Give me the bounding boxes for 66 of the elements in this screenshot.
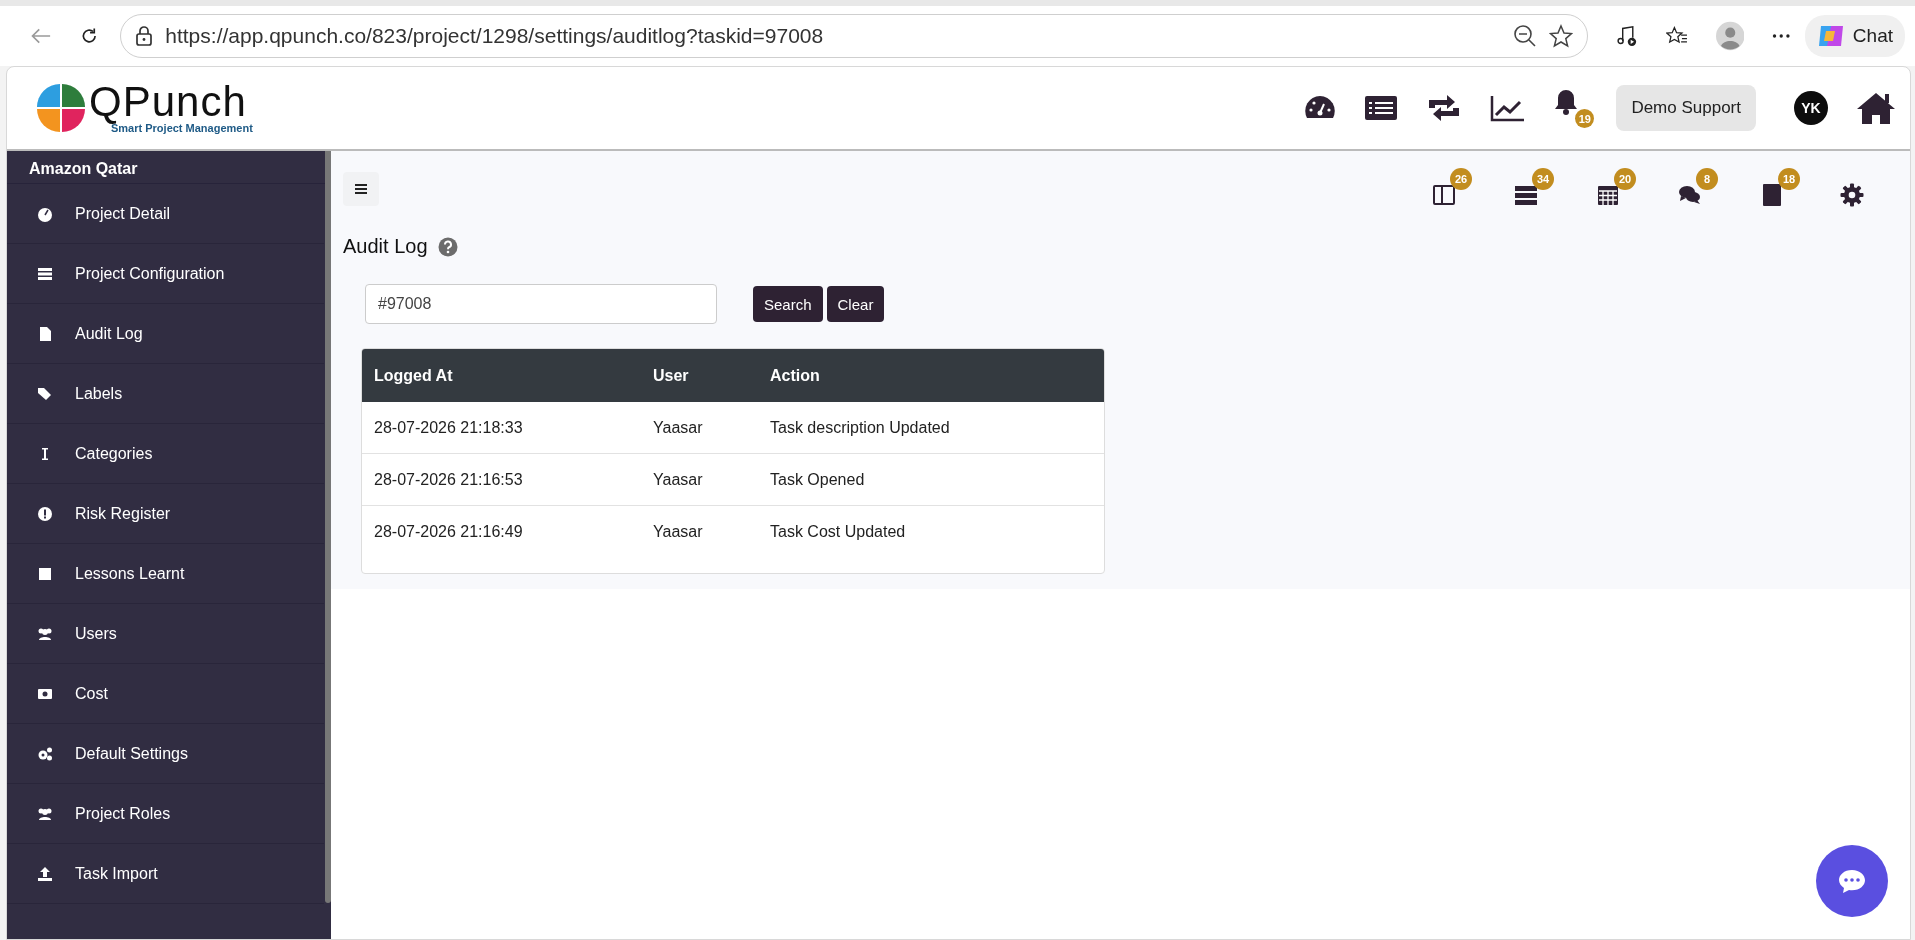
home-icon[interactable] [1856,91,1896,125]
table-cell-text: 28-07-2026 21:16:53 [373,470,524,489]
sidebar-item[interactable]: Cost [7,664,324,724]
tags-icon [37,385,53,402]
sidebar-item[interactable]: Project Configuration [7,244,324,304]
document-icon [37,325,53,342]
upload-icon [37,865,53,882]
note-icon [1760,182,1784,208]
more-icon[interactable] [1772,33,1791,39]
table-cell-text: Yaasar [652,522,704,541]
table-cell-text: Task Cost Updated [769,522,906,541]
sidebar-item[interactable]: Audit Log [7,304,324,364]
count-badge: 8 [1696,168,1718,190]
sidebar-item[interactable]: Task Import [7,844,324,904]
count-badge: 26 [1450,168,1472,190]
sidebar-item[interactable]: Lessons Learnt [7,544,324,604]
profile-icon[interactable] [1715,19,1745,53]
sidebar-item[interactable]: Risk Register [7,484,324,544]
sidebar-item[interactable]: Categories [7,424,324,484]
table-cell-text: Task description Updated [769,418,950,437]
star-icon[interactable] [1549,24,1574,48]
logo-icon [35,82,87,134]
chat-logo-icon [1816,23,1845,49]
column-header: Action [769,366,820,385]
square-icon [37,565,53,582]
column-header: User [652,366,690,385]
sidebar-item[interactable]: Users [7,604,324,664]
table-cell-text: Yaasar [652,418,704,437]
count-badge: 20 [1614,168,1636,190]
zoom-out-icon[interactable] [1513,24,1538,48]
count-badge: 34 [1532,168,1554,190]
user-avatar[interactable]: YK [1794,91,1828,125]
search-field[interactable]: #97008 [365,284,717,324]
chat-bubble-icon [1837,868,1867,894]
logo-title: QPunch [89,82,247,122]
panels-icon [1432,182,1456,208]
menu-button[interactable] [343,172,379,206]
exclamation-icon [37,505,53,522]
server-icon [37,265,53,282]
help-icon[interactable] [437,236,458,257]
menu-icon [354,183,368,195]
table-cell-text: Yaasar [652,470,704,489]
column-header: Logged At [373,366,454,385]
sidebar-item[interactable]: Project Roles [7,784,324,844]
page-title: Audit Log [343,235,428,258]
sidebar-item[interactable]: Labels [7,364,324,424]
chat-button[interactable]: Chat [1804,15,1905,57]
table-cell-text: 28-07-2026 21:18:33 [373,418,524,437]
user-button[interactable]: Demo Support [1616,85,1756,131]
notification-count: 19 [1575,109,1595,128]
line-chart-icon[interactable] [1490,94,1527,122]
table-cell-text: Task Opened [769,470,865,489]
gears-icon [37,745,53,762]
music-icon[interactable] [1616,23,1639,49]
count-badge: 18 [1778,168,1800,190]
action-button[interactable]: Search [753,286,823,322]
sidebar-item[interactable]: Project Detail [7,184,324,244]
table-cell-text: 28-07-2026 21:16:49 [373,522,524,541]
sidebar-item[interactable]: Default Settings [7,724,324,784]
list-icon[interactable] [1364,94,1399,122]
action-button[interactable]: Clear [826,286,885,322]
bell-icon [1554,88,1579,116]
lock-icon [135,26,154,46]
gauge-icon [37,205,53,222]
scrollbar[interactable] [325,151,331,903]
url-text: https://app.qpunch.co/823/project/1298/settings/auditlog?taskid=97008 [165,24,824,48]
